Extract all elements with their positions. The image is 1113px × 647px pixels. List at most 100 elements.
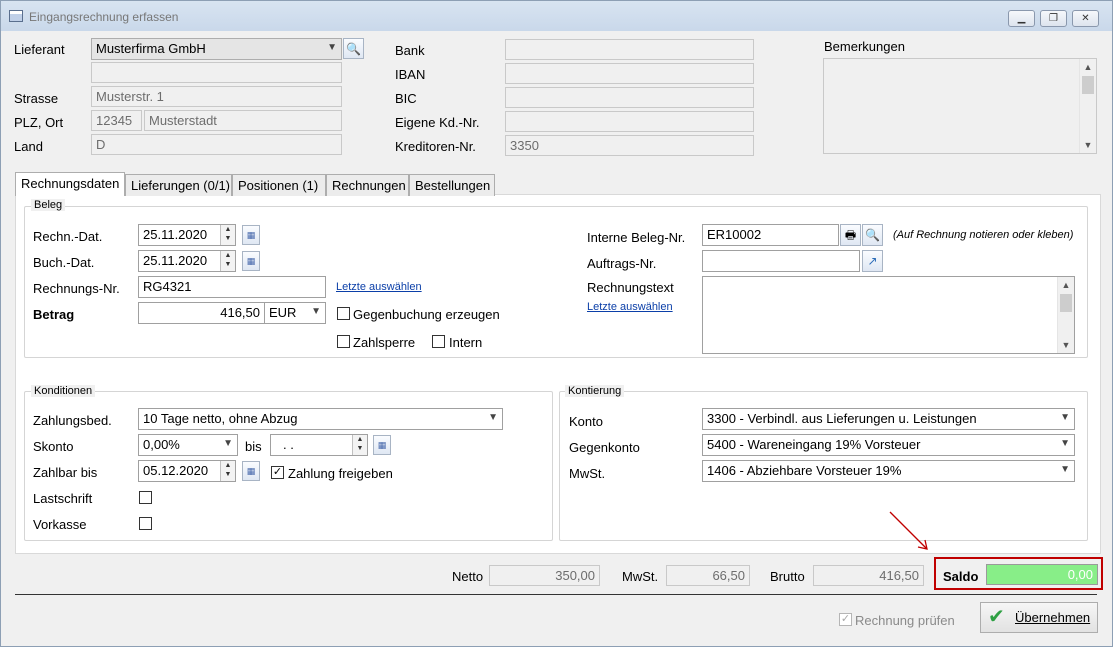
bemerkungen-scrollbar[interactable]: ▲ ▼	[1079, 59, 1096, 153]
restore-icon: ❐	[1049, 13, 1058, 24]
buch-dat-value: 25.11.2020	[143, 253, 208, 268]
bic-label: BIC	[395, 91, 417, 106]
minimize-button[interactable]: ▁	[1008, 10, 1035, 27]
chevron-down-icon: ▼	[1060, 464, 1070, 475]
zahlbar-calendar-button[interactable]: ▦	[242, 461, 260, 481]
close-button[interactable]: ✕	[1072, 10, 1099, 27]
zahlungsbed-value: 10 Tage netto, ohne Abzug	[143, 411, 298, 426]
restore-button[interactable]: ❐	[1040, 10, 1067, 27]
printer-icon: 🖶	[844, 228, 857, 242]
rechn-dat-spinner[interactable]: ▲ ▼	[220, 225, 235, 245]
zahlbar-bis-spinner[interactable]: ▲ ▼	[220, 461, 235, 481]
zahlbar-bis-input[interactable]: 05.12.2020 ▲ ▼	[138, 460, 236, 482]
strasse-field: Musterstr. 1	[91, 86, 342, 107]
tab-lieferungen[interactable]: Lieferungen (0/1)	[125, 174, 232, 196]
rechnungstext-label: Rechnungstext	[587, 280, 674, 295]
auftrag-open-button[interactable]: ↗	[862, 250, 883, 272]
gegenbuchung-label: Gegenbuchung erzeugen	[353, 307, 500, 322]
lastschrift-label: Lastschrift	[33, 491, 93, 506]
konto-select[interactable]: 3300 - Verbindl. aus Lieferungen u. Leis…	[702, 408, 1075, 430]
zahlungsbed-select[interactable]: 10 Tage netto, ohne Abzug ▼	[138, 408, 503, 430]
gegenkonto-label: Gegenkonto	[569, 440, 640, 455]
print-button[interactable]: 🖶	[840, 224, 861, 246]
app-icon	[9, 10, 23, 22]
rechnung-pruefen-checkbox[interactable]: ✓	[839, 613, 852, 626]
scroll-down-icon[interactable]: ▼	[1080, 137, 1096, 153]
lieferant-label: Lieferant	[14, 42, 65, 57]
lastschrift-checkbox[interactable]	[139, 491, 152, 504]
bank-label: Bank	[395, 43, 425, 58]
rechnungs-nr-input[interactable]: RG4321	[138, 276, 326, 298]
bis-date-value: . .	[283, 437, 294, 452]
gegenbuchung-checkbox[interactable]	[337, 307, 350, 320]
land-field: D	[91, 134, 342, 155]
konto-value: 3300 - Verbindl. aus Lieferungen u. Leis…	[707, 411, 977, 426]
beleg-search-button[interactable]: 🔍	[862, 224, 883, 246]
buch-dat-label: Buch.-Dat.	[33, 255, 95, 270]
zahlsperre-checkbox[interactable]	[337, 335, 350, 348]
calendar-icon: ▦	[377, 440, 387, 450]
currency-value: EUR	[269, 305, 297, 320]
lieferant-select[interactable]: Musterfirma GmbH ▼	[91, 38, 342, 60]
bemerkungen-textarea[interactable]: ▲ ▼	[823, 58, 1097, 154]
lieferant-value: Musterfirma GmbH	[96, 41, 206, 56]
close-icon: ✕	[1081, 13, 1090, 24]
vorkasse-checkbox[interactable]	[139, 517, 152, 530]
scroll-up-icon[interactable]: ▲	[1080, 59, 1096, 75]
interne-beleg-label: Interne Beleg-Nr.	[587, 230, 686, 245]
kreditoren-field: 3350	[505, 135, 754, 156]
external-link-icon: ↗	[867, 254, 878, 268]
bemerkungen-label: Bemerkungen	[824, 39, 905, 54]
zahlbar-bis-label: Zahlbar bis	[33, 465, 98, 480]
currency-select[interactable]: EUR ▼	[264, 302, 326, 324]
netto-field: 350,00	[489, 565, 600, 586]
rechn-dat-value: 25.11.2020	[143, 227, 208, 242]
zahlsperre-label: Zahlsperre	[353, 335, 416, 350]
buch-dat-calendar-button[interactable]: ▦	[242, 251, 260, 271]
rechnungstext-scrollbar[interactable]: ▲ ▼	[1057, 277, 1074, 353]
rechn-dat-calendar-button[interactable]: ▦	[242, 225, 260, 245]
skonto-select[interactable]: 0,00% ▼	[138, 434, 238, 456]
bis-date-spinner[interactable]: ▲ ▼	[352, 435, 367, 455]
konto-label: Konto	[569, 414, 603, 429]
rechnungstext-textarea[interactable]: ▲ ▼	[702, 276, 1075, 354]
kreditoren-label: Kreditoren-Nr.	[395, 139, 476, 154]
intern-checkbox[interactable]	[432, 335, 445, 348]
lieferant-extra-field	[91, 62, 342, 83]
letzte-auswaehlen-link-2[interactable]: Letzte auswählen	[587, 301, 673, 313]
buch-dat-spinner[interactable]: ▲ ▼	[220, 251, 235, 271]
lieferant-search-button[interactable]: 🔍	[343, 38, 364, 59]
title-bar: Eingangsrechnung erfassen ▁ ❐ ✕	[1, 1, 1112, 31]
ort-field: Musterstadt	[144, 110, 342, 131]
saldo-label: Saldo	[943, 569, 979, 584]
rechn-dat-input[interactable]: 25.11.2020 ▲ ▼	[138, 224, 236, 246]
mwst-konto-select[interactable]: 1406 - Abziehbare Vorsteuer 19% ▼	[702, 460, 1075, 482]
footer-divider	[15, 594, 1097, 595]
scroll-up-icon[interactable]: ▲	[1058, 277, 1074, 293]
strasse-label: Strasse	[14, 91, 59, 106]
kontierung-group-title: Kontierung	[565, 385, 625, 397]
tab-rechnungsdaten[interactable]: Rechnungsdaten	[15, 172, 125, 196]
uebernehmen-button[interactable]: ✔ Übernehmen	[980, 602, 1098, 633]
interne-beleg-input[interactable]: ER10002	[702, 224, 839, 246]
tab-bestellungen[interactable]: Bestellungen	[409, 174, 495, 196]
scroll-thumb[interactable]	[1060, 294, 1072, 312]
minimize-icon: ▁	[1017, 13, 1026, 24]
scroll-down-icon[interactable]: ▼	[1058, 337, 1074, 353]
land-label: Land	[14, 139, 43, 154]
gegenkonto-select[interactable]: 5400 - Wareneingang 19% Vorsteuer ▼	[702, 434, 1075, 456]
bis-label: bis	[245, 439, 262, 454]
bis-date-input[interactable]: . . ▲ ▼	[270, 434, 368, 456]
tab-rechnungen[interactable]: Rechnungen	[326, 174, 409, 196]
buch-dat-input[interactable]: 25.11.2020 ▲ ▼	[138, 250, 236, 272]
tab-positionen[interactable]: Positionen (1)	[232, 174, 326, 196]
bis-calendar-button[interactable]: ▦	[373, 435, 391, 455]
search-icon: 🔍	[865, 228, 880, 242]
scroll-thumb[interactable]	[1082, 76, 1094, 94]
auftrags-nr-input[interactable]	[702, 250, 860, 272]
chevron-down-icon: ▼	[488, 412, 498, 423]
betrag-input[interactable]: 416,50	[138, 302, 265, 324]
zahlung-freigeben-checkbox[interactable]: ✓	[271, 466, 284, 479]
letzte-auswaehlen-link[interactable]: Letzte auswählen	[336, 281, 422, 293]
betrag-label: Betrag	[33, 307, 75, 322]
